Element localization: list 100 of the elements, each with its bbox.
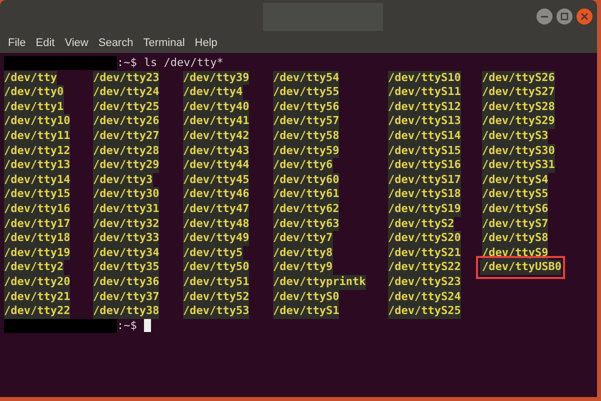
device-entry: /dev/ttyS7 xyxy=(482,216,548,232)
device-entry: /dev/ttyS23 xyxy=(388,274,461,290)
device-entry: /dev/tty62 xyxy=(273,202,340,217)
device-entry: /dev/ttyS27 xyxy=(482,85,555,100)
device-entry: /dev/tty56 xyxy=(273,100,340,114)
device-entry: /dev/ttyUSB0 xyxy=(480,260,562,275)
device-entry: /dev/tty38 xyxy=(93,304,160,319)
device-entry: /dev/ttyS10 xyxy=(388,70,461,86)
device-entry: /dev/tty30 xyxy=(93,187,160,202)
device-entry: /dev/ttyS12 xyxy=(388,100,461,114)
prompt-text: :~$ xyxy=(117,318,137,334)
menu-item[interactable]: Terminal xyxy=(143,34,185,52)
device-entry: /dev/ttyS31 xyxy=(482,158,555,173)
device-entry: /dev/ttyS16 xyxy=(388,158,461,173)
device-entry: /dev/tty57 xyxy=(273,114,340,129)
device-entry: /dev/tty50 xyxy=(183,260,250,275)
device-entry: /dev/ttyS25 xyxy=(388,304,461,319)
device-entry: /dev/tty48 xyxy=(183,216,250,232)
device-entry: /dev/tty14 xyxy=(4,172,70,188)
menu-item[interactable]: Edit xyxy=(36,34,55,52)
prompt-text: :~$ xyxy=(117,56,137,71)
device-entry: /dev/ttyS4 xyxy=(482,172,548,188)
device-entry: /dev/tty40 xyxy=(183,100,250,114)
device-entry: /dev/tty58 xyxy=(273,128,340,144)
device-entry: /dev/tty36 xyxy=(93,274,160,290)
device-entry: /dev/tty8 xyxy=(273,246,333,260)
device-entry: /dev/tty9 xyxy=(273,260,333,275)
device-entry: /dev/tty10 xyxy=(4,114,70,129)
device-entry: /dev/tty37 xyxy=(93,290,160,304)
device-entry: /dev/ttyS26 xyxy=(482,70,555,86)
device-entry: /dev/tty23 xyxy=(93,70,160,86)
device-entry: /dev/ttyS20 xyxy=(388,231,461,246)
device-entry: /dev/ttyS9 xyxy=(482,246,548,260)
device-entry: /dev/tty4 xyxy=(183,85,243,100)
device-entry: /dev/tty32 xyxy=(93,216,160,232)
device-entry: /dev/tty52 xyxy=(183,290,250,304)
device-entry: /dev/ttyS18 xyxy=(388,187,461,202)
device-entry: /dev/tty28 xyxy=(93,144,160,158)
device-entry: /dev/ttyS15 xyxy=(388,144,461,158)
device-entry: /dev/tty46 xyxy=(183,187,250,202)
menu-item[interactable]: Help xyxy=(194,34,218,52)
device-entry: /dev/tty1 xyxy=(4,100,64,114)
device-entry: /dev/tty12 xyxy=(4,144,70,158)
menu-item[interactable]: File xyxy=(8,34,26,52)
device-entry: /dev/tty5 xyxy=(183,246,243,260)
device-entry: /dev/ttyS19 xyxy=(388,202,461,217)
close-icon[interactable] xyxy=(576,8,593,25)
maximize-icon[interactable] xyxy=(556,8,573,25)
device-entry: /dev/tty45 xyxy=(183,172,250,188)
device-entry: /dev/tty2 xyxy=(4,260,64,275)
device-entry: /dev/ttyS22 xyxy=(388,260,461,275)
device-entry: /dev/tty55 xyxy=(273,85,340,100)
device-entry: /dev/ttyS8 xyxy=(482,231,548,246)
device-entry: /dev/tty53 xyxy=(183,304,250,319)
device-entry: /dev/tty34 xyxy=(93,246,160,260)
device-entry: /dev/tty63 xyxy=(273,216,340,232)
device-entry: /dev/tty7 xyxy=(273,231,333,246)
device-entry: /dev/tty17 xyxy=(4,216,70,232)
device-entry: /dev/tty35 xyxy=(93,260,160,275)
device-entry: /dev/tty41 xyxy=(183,114,250,129)
device-entry: /dev/tty0 xyxy=(4,85,64,100)
menu-item[interactable]: View xyxy=(64,34,88,52)
device-entry: /dev/tty27 xyxy=(93,128,160,144)
device-entry: /dev/tty16 xyxy=(4,202,70,217)
device-entry: /dev/ttyS30 xyxy=(482,144,555,158)
device-entry: /dev/ttyS28 xyxy=(482,100,555,114)
device-entry: /dev/tty51 xyxy=(183,274,250,290)
minimize-icon[interactable] xyxy=(536,8,553,25)
device-entry: /dev/ttyS3 xyxy=(482,128,548,144)
device-entry: /dev/tty61 xyxy=(273,187,340,202)
device-entry: /dev/tty24 xyxy=(93,85,160,100)
device-entry: /dev/ttyS14 xyxy=(388,128,461,144)
device-entry: /dev/ttyS13 xyxy=(388,114,461,129)
device-entry: /dev/ttyS11 xyxy=(388,85,461,100)
device-entry: /dev/tty6 xyxy=(273,158,333,173)
device-entry: /dev/ttyS17 xyxy=(388,172,461,188)
device-entry: /dev/tty25 xyxy=(93,100,160,114)
command-text: ls /dev/tty* xyxy=(144,56,224,71)
device-entry: /dev/tty39 xyxy=(183,70,250,86)
device-entry: /dev/tty54 xyxy=(273,70,340,86)
device-entry: /dev/tty18 xyxy=(4,231,70,246)
device-entry: /dev/tty26 xyxy=(93,114,160,129)
device-entry: /dev/ttyS24 xyxy=(388,290,461,304)
device-entry: /dev/tty3 xyxy=(93,172,153,188)
device-entry: /dev/tty21 xyxy=(4,290,70,304)
device-entry: /dev/tty15 xyxy=(4,187,70,202)
device-entry: /dev/tty59 xyxy=(273,144,340,158)
menu-item[interactable]: Search xyxy=(98,34,134,52)
device-entry: /dev/ttyS5 xyxy=(482,187,548,202)
device-entry: /dev/ttyS21 xyxy=(388,246,461,260)
device-entry: /dev/tty47 xyxy=(183,202,250,217)
device-entry: /dev/tty43 xyxy=(183,144,250,158)
device-entry: /dev/ttyS1 xyxy=(273,304,340,319)
device-entry: /dev/tty44 xyxy=(183,158,250,173)
device-entry: /dev/tty31 xyxy=(93,202,160,217)
device-entry: /dev/ttyS6 xyxy=(482,202,548,217)
device-entry: /dev/ttyprintk xyxy=(273,274,366,290)
device-entry: /dev/tty42 xyxy=(183,128,250,144)
device-entry: /dev/tty60 xyxy=(273,172,340,188)
device-entry: /dev/tty33 xyxy=(93,231,160,246)
